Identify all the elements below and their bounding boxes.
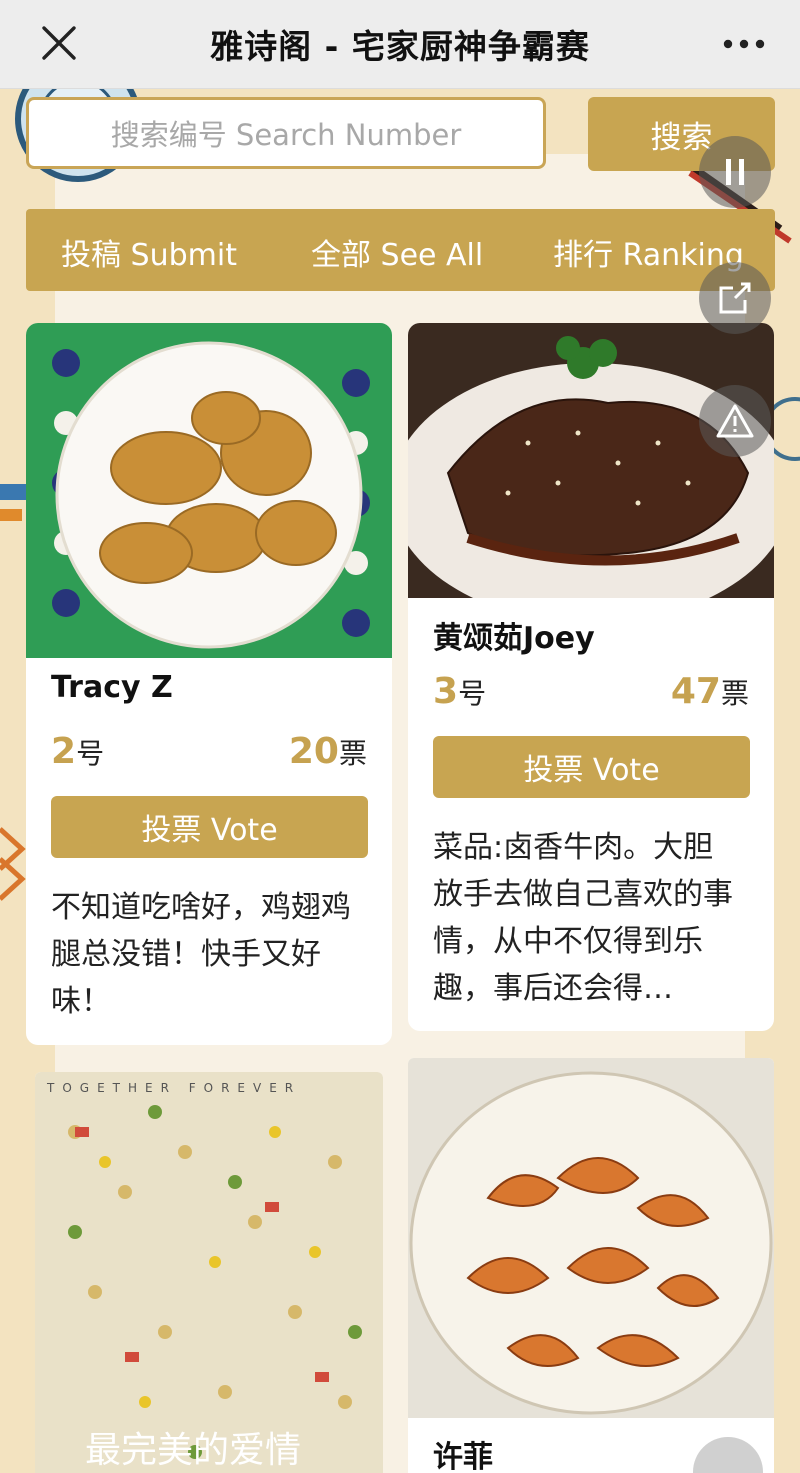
share-icon[interactable]	[699, 262, 771, 334]
pause-icon[interactable]	[699, 136, 771, 208]
close-icon[interactable]	[38, 22, 80, 64]
entry-description: 不知道吃啥好，鸡翅鸡腿总没错！快手又好味！	[51, 890, 351, 1019]
dish-photo	[408, 1058, 774, 1418]
entry-number: 2号	[51, 731, 105, 772]
entrant-name: 许菲	[433, 1440, 493, 1473]
dish-photo: TOGETHER FOREVER 最完美的爱情	[35, 1072, 383, 1473]
dish-photo	[26, 323, 392, 658]
nav-bar: 投稿 Submit 全部 See All 排行 Ranking	[26, 209, 775, 291]
dish-photo	[408, 323, 774, 598]
photo-text-top: TOGETHER FOREVER	[46, 1081, 301, 1095]
photo-text-bottom: 最完美的爱情	[85, 1430, 301, 1471]
vote-count: 20票	[288, 731, 367, 772]
vote-count: 47票	[670, 671, 749, 712]
nav-submit[interactable]: 投稿 Submit	[61, 230, 237, 274]
search-input[interactable]: 搜索编号 Search Number	[26, 97, 546, 169]
warning-icon[interactable]	[699, 385, 771, 457]
search-icon[interactable]	[693, 1437, 763, 1473]
entry-card[interactable]: 许菲	[408, 1058, 774, 1473]
vote-button[interactable]: 投票 Vote	[433, 736, 750, 798]
page-title: 雅诗阁 - 宅家厨神争霸赛	[210, 27, 590, 66]
nav-see-all[interactable]: 全部 See All	[311, 230, 483, 274]
vote-button[interactable]: 投票 Vote	[51, 796, 368, 858]
entry-number: 3号	[433, 671, 487, 712]
more-icon[interactable]	[722, 26, 766, 62]
entry-description: 菜品:卤香牛肉。大胆放手去做自己喜欢的事情，从中不仅得到乐趣，事后还会得…	[433, 830, 733, 1006]
entry-card[interactable]: Tracy Z 2号 20票 投票 Vote 不知道吃啥好，鸡翅鸡腿总没错！快手…	[26, 323, 392, 1045]
entrant-name: Tracy Z	[51, 670, 173, 705]
entry-card[interactable]: TOGETHER FOREVER 最完美的爱情	[35, 1072, 383, 1473]
top-bar: 雅诗阁 - 宅家厨神争霸赛	[0, 0, 800, 89]
entrant-name: 黄颂茹Joey	[433, 621, 595, 656]
